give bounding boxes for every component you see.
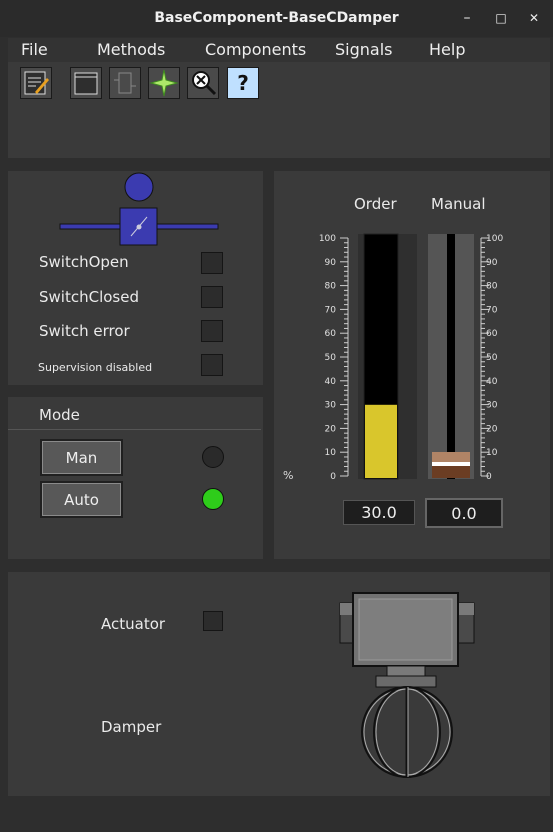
minimize-button[interactable]: – bbox=[459, 10, 475, 26]
manual-value-input[interactable]: 0.0 bbox=[425, 498, 503, 528]
order-scale-tick: 20 bbox=[325, 424, 337, 434]
auto-button-label: Auto bbox=[42, 483, 121, 516]
order-scale-tick: 100 bbox=[319, 234, 336, 244]
order-scale-tick: 30 bbox=[325, 401, 337, 411]
manual-scale-tick: 70 bbox=[486, 305, 498, 315]
mode-title: Mode bbox=[39, 406, 80, 424]
damper-label: Damper bbox=[101, 718, 162, 736]
manual-scale-tick: 60 bbox=[486, 329, 498, 339]
manual-scale-tick: 0 bbox=[486, 472, 492, 482]
menu-methods[interactable]: Methods bbox=[97, 38, 165, 62]
close-button[interactable]: ✕ bbox=[526, 10, 542, 26]
percent-unit-label: % bbox=[283, 469, 294, 482]
help-tool-button[interactable]: ? bbox=[227, 67, 259, 99]
menu-help[interactable]: Help bbox=[429, 38, 465, 62]
actuator-label: Actuator bbox=[101, 615, 166, 633]
zoom-close-tool-button[interactable] bbox=[187, 67, 219, 99]
zoom-close-icon bbox=[192, 71, 217, 96]
manual-label: Manual bbox=[431, 195, 486, 213]
order-scale-tick: 40 bbox=[325, 377, 337, 387]
actuator-damper-icon bbox=[339, 592, 475, 778]
order-scale-tick: 10 bbox=[325, 448, 337, 458]
order-scale-tick: 90 bbox=[325, 258, 337, 268]
order-bar-fill bbox=[365, 404, 397, 478]
window-tool-button[interactable] bbox=[70, 67, 102, 99]
component-tool-button[interactable] bbox=[109, 67, 141, 99]
menu-file[interactable]: File bbox=[21, 38, 48, 62]
switch-error-label: Switch error bbox=[39, 322, 130, 340]
menu-components[interactable]: Components bbox=[205, 38, 306, 62]
manual-scale-tick: 50 bbox=[486, 353, 498, 363]
component-icon bbox=[114, 72, 136, 94]
menu-signals[interactable]: Signals bbox=[335, 38, 392, 62]
manual-scale-tick: 80 bbox=[486, 282, 498, 292]
order-scale-tick: 50 bbox=[325, 353, 337, 363]
manual-slider-knob bbox=[432, 452, 470, 478]
order-scale-tick: 70 bbox=[325, 305, 337, 315]
actuator-indicator bbox=[203, 611, 223, 631]
manual-scale-tick: 10 bbox=[486, 448, 498, 458]
auto-button[interactable]: Auto bbox=[40, 481, 123, 518]
switch-closed-indicator bbox=[201, 286, 223, 308]
trend-tool-button[interactable] bbox=[148, 67, 180, 99]
man-mode-indicator bbox=[202, 446, 224, 468]
switch-error-indicator bbox=[201, 320, 223, 342]
notes-tool-button[interactable] bbox=[20, 67, 52, 99]
man-button[interactable]: Man bbox=[40, 439, 123, 476]
manual-scale-tick: 100 bbox=[486, 234, 503, 244]
damper-switch-symbol-icon bbox=[59, 172, 219, 246]
order-scale-tick: 80 bbox=[325, 282, 337, 292]
manual-scale-tick: 40 bbox=[486, 377, 498, 387]
man-button-label: Man bbox=[42, 441, 121, 474]
order-label: Order bbox=[354, 195, 397, 213]
mode-divider bbox=[8, 429, 261, 430]
supervision-disabled-indicator bbox=[201, 354, 223, 376]
switch-open-indicator bbox=[201, 252, 223, 274]
manual-scale-tick: 90 bbox=[486, 258, 498, 268]
manual-scale-tick: 30 bbox=[486, 401, 498, 411]
auto-mode-indicator bbox=[202, 488, 224, 510]
switch-closed-label: SwitchClosed bbox=[39, 288, 139, 306]
gauges-svg: 1009080706050403020100 10090807060504030… bbox=[319, 233, 503, 482]
order-scale-tick: 0 bbox=[330, 472, 336, 482]
order-scale-tick: 60 bbox=[325, 329, 337, 339]
notes-icon bbox=[24, 71, 49, 95]
maximize-button[interactable]: □ bbox=[493, 10, 509, 26]
trend-icon bbox=[149, 69, 179, 97]
supervision-disabled-label: Supervision disabled bbox=[38, 361, 153, 374]
switch-open-label: SwitchOpen bbox=[39, 253, 129, 271]
manual-scale-tick: 20 bbox=[486, 424, 498, 434]
order-value: 30.0 bbox=[343, 500, 415, 525]
window-icon bbox=[74, 72, 98, 95]
help-icon: ? bbox=[237, 71, 249, 95]
